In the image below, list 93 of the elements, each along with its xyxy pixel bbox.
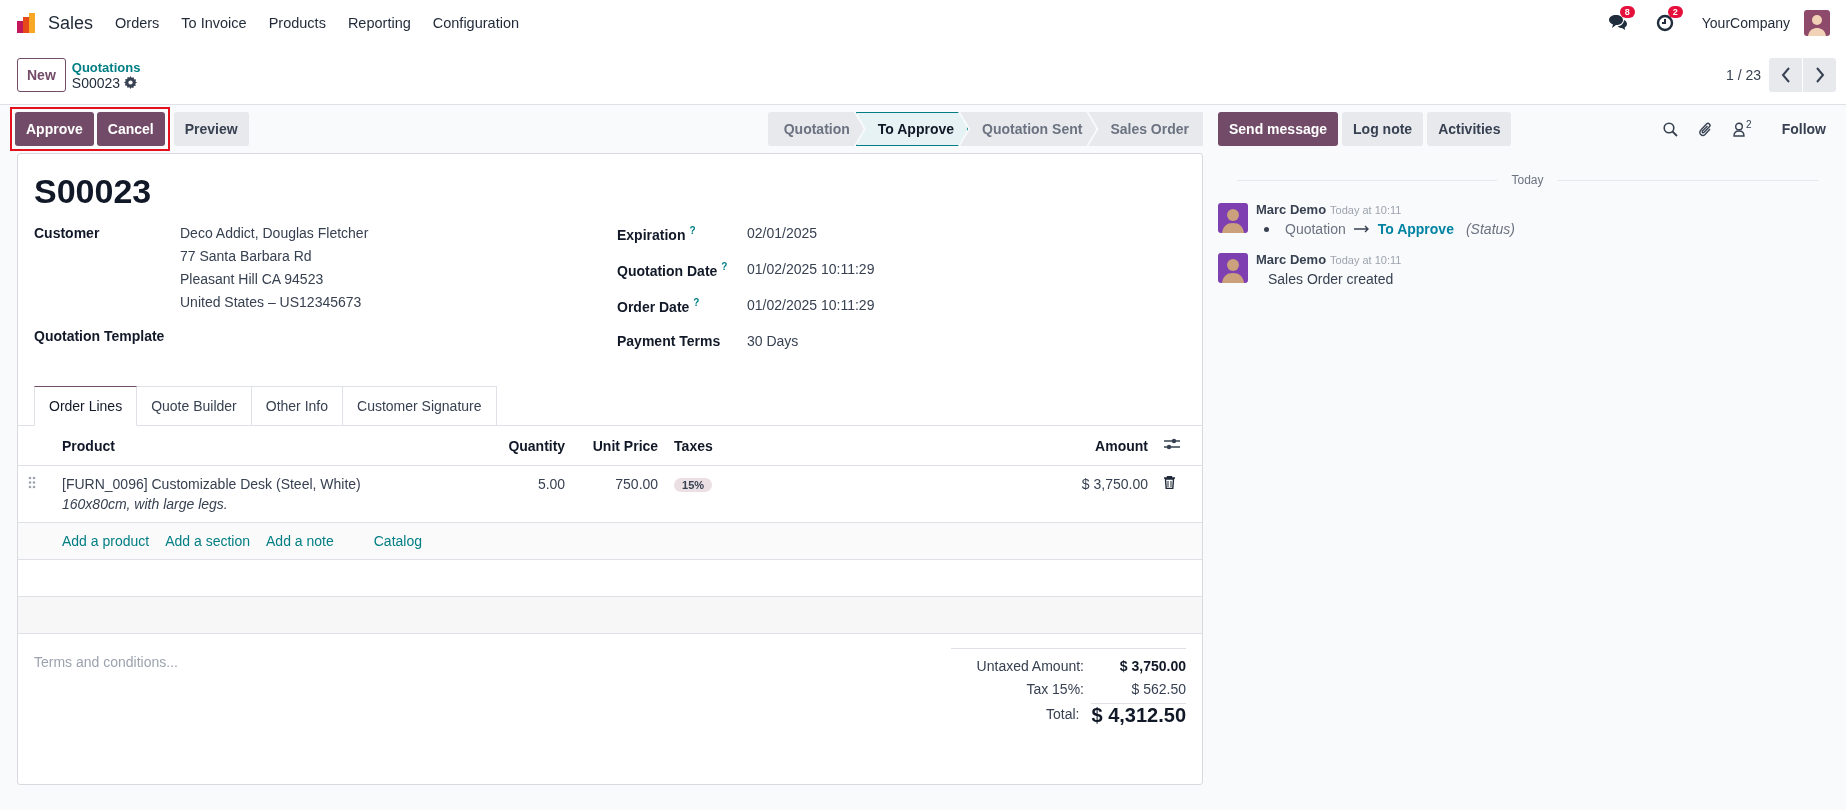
notebook-tab[interactable]: Order Lines (34, 386, 138, 426)
total-value: $ 562.50 (1130, 680, 1186, 699)
product-name: [FURN_0096] Customizable Desk (Steel, White) (62, 476, 362, 492)
address-field[interactable]: Deco Addict, Douglas Fletcher 77 Santa Barbara Rd Pleasant Hill CA 94523 United States – US12345673 (180, 222, 369, 314)
field-value[interactable]: 02/01/2025 (747, 225, 818, 249)
person-icon[interactable] (1733, 121, 1746, 137)
new-value: To Approve (1377, 221, 1454, 237)
help-tooltip[interactable]: ? (721, 261, 728, 272)
add-line-link[interactable]: Add a section (165, 533, 250, 549)
bar-chart-logo-icon[interactable] (16, 13, 36, 33)
avatar-icon (1218, 203, 1248, 233)
status-step[interactable]: Sales Order (1088, 112, 1203, 146)
app-name[interactable]: Sales (48, 12, 94, 34)
date-separator: Today (1511, 173, 1544, 187)
gear-icon[interactable] (124, 76, 138, 89)
status-step[interactable]: Quotation (767, 112, 864, 146)
product-description: 160x80cm, with large legs. (62, 496, 229, 512)
action-button[interactable]: Preview (173, 112, 249, 146)
breadcrumb-link[interactable]: Quotations (71, 59, 141, 75)
sliders-icon[interactable] (1164, 437, 1180, 451)
chatter-button[interactable]: Activities (1427, 112, 1512, 146)
new-button[interactable]: New (17, 58, 66, 92)
chevron-left-icon (1780, 67, 1791, 83)
field-label: Quotation Template (34, 328, 166, 346)
chat-bubbles-icon[interactable] (1607, 14, 1628, 32)
user-avatar-icon[interactable] (1804, 10, 1830, 36)
pager-counter: 1 / 23 (1725, 67, 1761, 83)
field-label: Payment Terms (617, 333, 721, 349)
chatter-button[interactable]: Log note (1342, 112, 1424, 146)
company-name[interactable]: YourCompany (1701, 15, 1790, 31)
tax-tag: 15% (674, 478, 713, 492)
notebook-tab[interactable]: Other Info (251, 386, 344, 426)
drag-handle-icon[interactable] (28, 476, 36, 489)
message-time: Today at 10:11 (1330, 204, 1402, 216)
field-label: Expiration (617, 226, 686, 243)
column-header[interactable]: Amount (1062, 425, 1156, 466)
table-cell: 5.00 (490, 465, 574, 523)
record-name: S00023 (71, 74, 121, 91)
notification-badge: 8 (1619, 6, 1635, 18)
notification-badge: 2 (1667, 6, 1683, 18)
field-label: Quotation Date (617, 262, 718, 279)
menu-item[interactable]: Configuration (432, 15, 519, 31)
message-author[interactable]: Marc Demo (1256, 252, 1327, 267)
menu-item[interactable]: Reporting (347, 15, 411, 31)
menu-item[interactable]: Orders (115, 15, 160, 31)
message-time: Today at 10:11 (1330, 254, 1402, 266)
field-value[interactable]: 30 Days (747, 333, 799, 357)
chevron-right-icon (1814, 67, 1825, 83)
total-label: Tax 15%: (1025, 680, 1084, 699)
help-tooltip[interactable]: ? (689, 225, 696, 236)
action-button[interactable]: Approve (15, 112, 94, 146)
tracked-field: (Status) (1465, 221, 1515, 237)
column-header[interactable]: Unit Price (573, 425, 667, 466)
message-author[interactable]: Marc Demo (1256, 202, 1327, 217)
help-tooltip[interactable]: ? (693, 297, 700, 308)
menu-item[interactable]: To Invoice (181, 15, 247, 31)
clock-icon[interactable] (1655, 14, 1674, 32)
status-step[interactable]: Quotation Sent (960, 112, 1097, 146)
chatter-button[interactable]: Send message (1218, 112, 1339, 146)
menu-item[interactable]: Products (268, 15, 326, 31)
follow-button[interactable]: Follow (1775, 120, 1832, 138)
follower-count: 2 (1746, 118, 1752, 130)
column-header[interactable]: Taxes (666, 425, 1063, 466)
notebook-tab[interactable]: Customer Signature (343, 386, 497, 426)
record-title: S00023 (34, 172, 153, 211)
table-cell: $ 3,750.00 (1062, 465, 1156, 523)
field-value[interactable]: 01/02/2025 10:11:29 (747, 261, 875, 285)
column-header[interactable]: Quantity (490, 425, 574, 466)
previous-button[interactable] (1769, 58, 1802, 92)
table-cell: 750.00 (573, 465, 667, 523)
field-label: Customer (34, 225, 101, 243)
right-arrow-icon (1353, 225, 1370, 233)
field-label: Order Date (617, 298, 690, 315)
avatar-icon (1218, 253, 1248, 283)
add-line-link[interactable]: Add a note (266, 533, 334, 549)
search-icon[interactable] (1663, 121, 1679, 137)
add-line-link[interactable]: Catalog (373, 533, 422, 549)
notebook-tab[interactable]: Quote Builder (137, 386, 252, 426)
add-line-link[interactable]: Add a product (62, 533, 150, 549)
bullet-icon (1264, 226, 1269, 232)
total-value: $ 4,312.50 (1091, 703, 1186, 727)
total-value: $ 3,750.00 (1118, 657, 1186, 676)
status-step[interactable]: To Approve (855, 112, 969, 146)
next-button[interactable] (1803, 58, 1836, 92)
total-label: Total: (1045, 705, 1080, 724)
paperclip-icon[interactable] (1698, 120, 1714, 138)
old-value: Quotation (1285, 221, 1346, 237)
column-header[interactable]: Product (54, 425, 490, 466)
field-value[interactable]: 01/02/2025 10:11:29 (747, 297, 875, 321)
action-button[interactable]: Cancel (96, 112, 165, 146)
message-text: Sales Order created (1267, 271, 1395, 287)
trash-icon[interactable] (1164, 476, 1175, 489)
total-label: Untaxed Amount: (975, 657, 1084, 676)
